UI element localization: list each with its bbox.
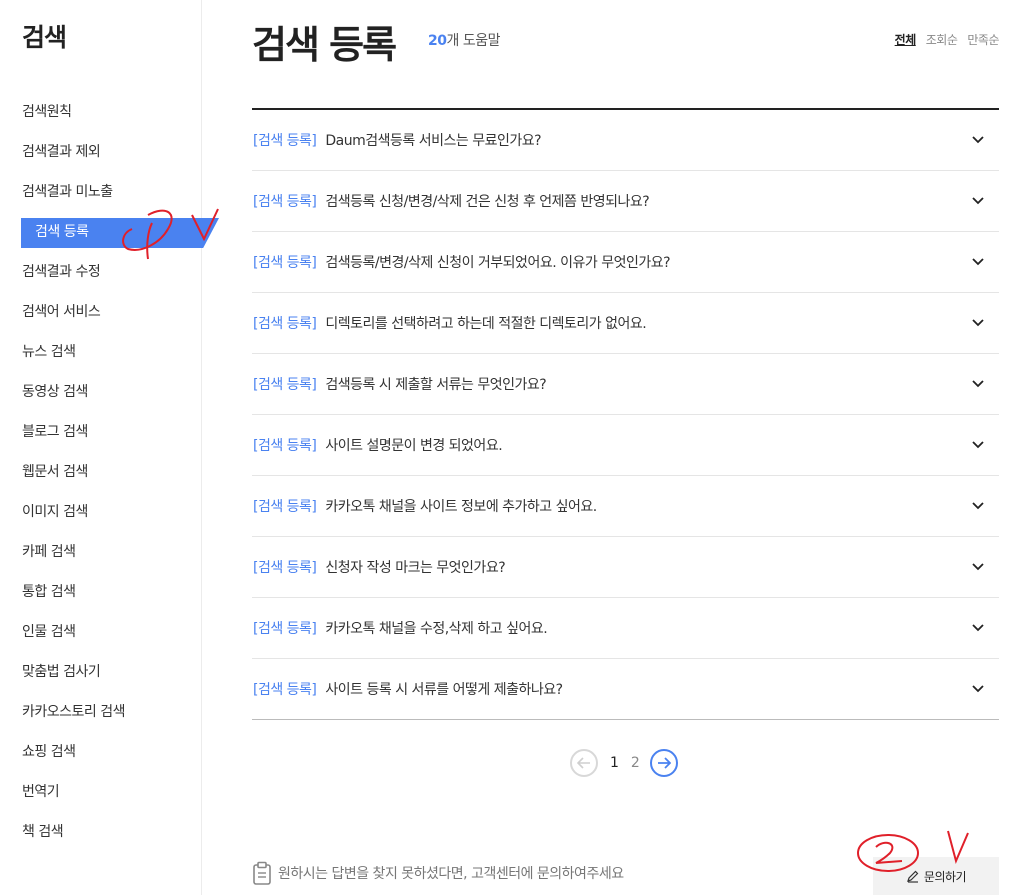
sidebar-item[interactable]: 책 검색 (0, 812, 202, 852)
prev-page-button[interactable] (570, 749, 598, 777)
sort-tabs: 전체 조회순 만족순 (895, 31, 1000, 48)
sidebar-item[interactable]: 검색결과 수정 (0, 252, 202, 292)
faq-question: 카카오톡 채널을 사이트 정보에 추가하고 싶어요. (325, 499, 597, 515)
chevron-down-icon[interactable] (963, 191, 993, 211)
faq-question: 신청자 작성 마크는 무엇인가요? (325, 560, 506, 576)
faq-question: 검색등록/변경/삭제 신청이 거부되었어요. 이유가 무엇인가요? (325, 255, 671, 271)
faq-question: 검색등록 시 제출할 서류는 무엇인가요? (325, 377, 547, 393)
sidebar-item[interactable]: 카페 검색 (0, 532, 202, 572)
help-count: 20개 도움말 (428, 30, 500, 50)
sidebar-item-label: 검색 등록 (35, 224, 89, 240)
chevron-down-icon[interactable] (963, 557, 993, 577)
faq-category: [검색 등록] (253, 377, 317, 393)
clipboard-icon (253, 861, 271, 885)
inquiry-button[interactable]: 문의하기 (873, 857, 999, 895)
sidebar-item[interactable]: 번역기 (0, 772, 202, 812)
sidebar-item[interactable]: 이미지 검색 (0, 492, 202, 532)
page-link[interactable]: 2 (631, 755, 640, 771)
chevron-down-icon[interactable] (963, 313, 993, 333)
sidebar-item[interactable]: 맞춤법 검사기 (0, 652, 202, 692)
page-title: 검색 등록 (252, 23, 397, 67)
sort-tab-satisfaction[interactable]: 만족순 (967, 31, 999, 48)
sidebar-item-active[interactable]: 검색 등록 (0, 212, 219, 252)
faq-category: [검색 등록] (253, 316, 317, 332)
sidebar: 검색 검색원칙 검색결과 제외 검색결과 미노출 검색 등록 검색결과 수정 검… (0, 0, 219, 895)
faq-item[interactable]: [검색 등록] 카카오톡 채널을 사이트 정보에 추가하고 싶어요. (252, 476, 999, 537)
inquiry-button-label: 문의하기 (923, 869, 967, 884)
sidebar-item[interactable]: 검색결과 미노출 (0, 172, 202, 212)
pagination: 1 2 (570, 749, 678, 777)
faq-question: 사이트 등록 시 서류를 어떻게 제출하나요? (325, 682, 563, 698)
chevron-down-icon[interactable] (963, 130, 993, 150)
sidebar-item[interactable]: 웹문서 검색 (0, 452, 202, 492)
faq-item[interactable]: [검색 등록] 신청자 작성 마크는 무엇인가요? (252, 537, 999, 598)
faq-category: [검색 등록] (253, 438, 317, 454)
faq-item[interactable]: [검색 등록] 사이트 설명문이 변경 되었어요. (252, 415, 999, 476)
chevron-down-icon[interactable] (963, 679, 993, 699)
sidebar-item[interactable]: 동영상 검색 (0, 372, 202, 412)
help-count-label: 개 도움말 (446, 33, 500, 49)
faq-list: [검색 등록] Daum검색등록 서비스는 무료인가요? [검색 등록] 검색등… (252, 108, 999, 720)
faq-category: [검색 등록] (253, 682, 317, 698)
chevron-down-icon[interactable] (963, 496, 993, 516)
sidebar-item[interactable]: 검색어 서비스 (0, 292, 202, 332)
footer-note-text: 원하시는 답변을 찾지 못하셨다면, 고객센터에 문의하여주세요 (278, 866, 624, 882)
arrow-left-icon (577, 757, 590, 769)
help-count-number: 20 (428, 33, 447, 49)
faq-category: [검색 등록] (253, 499, 317, 515)
sidebar-item[interactable]: 인물 검색 (0, 612, 202, 652)
faq-category: [검색 등록] (253, 194, 317, 210)
page-current[interactable]: 1 (610, 755, 619, 771)
faq-item[interactable]: [검색 등록] 검색등록 시 제출할 서류는 무엇인가요? (252, 354, 999, 415)
faq-question: Daum검색등록 서비스는 무료인가요? (325, 133, 542, 149)
faq-question: 디렉토리를 선택하려고 하는데 적절한 디렉토리가 없어요. (325, 316, 647, 332)
chevron-down-icon[interactable] (963, 252, 993, 272)
sidebar-title: 검색 (22, 23, 67, 52)
faq-category: [검색 등록] (253, 255, 317, 271)
faq-item[interactable]: [검색 등록] 디렉토리를 선택하려고 하는데 적절한 디렉토리가 없어요. (252, 293, 999, 354)
pencil-icon (906, 870, 919, 883)
faq-question: 카카오톡 채널을 수정,삭제 하고 싶어요. (325, 621, 548, 637)
footer-note: 원하시는 답변을 찾지 못하셨다면, 고객센터에 문의하여주세요 (252, 861, 624, 885)
faq-item[interactable]: [검색 등록] 카카오톡 채널을 수정,삭제 하고 싶어요. (252, 598, 999, 659)
faq-question: 사이트 설명문이 변경 되었어요. (325, 438, 503, 454)
sidebar-item[interactable]: 통합 검색 (0, 572, 202, 612)
faq-item[interactable]: [검색 등록] Daum검색등록 서비스는 무료인가요? (252, 110, 999, 171)
chevron-down-icon[interactable] (963, 618, 993, 638)
sidebar-item[interactable]: 검색원칙 (0, 92, 202, 132)
sort-tab-views[interactable]: 조회순 (926, 31, 958, 48)
sidebar-item[interactable]: 검색결과 제외 (0, 132, 202, 172)
chevron-down-icon[interactable] (963, 435, 993, 455)
sort-tab-all[interactable]: 전체 (895, 31, 917, 48)
sidebar-item[interactable]: 카카오스토리 검색 (0, 692, 202, 732)
sidebar-item[interactable]: 블로그 검색 (0, 412, 202, 452)
faq-question: 검색등록 신청/변경/삭제 건은 신청 후 언제쯤 반영되나요? (325, 194, 650, 210)
next-page-button[interactable] (649, 749, 678, 777)
sidebar-item[interactable]: 뉴스 검색 (0, 332, 202, 372)
faq-category: [검색 등록] (253, 560, 317, 576)
sidebar-list: 검색원칙 검색결과 제외 검색결과 미노출 검색 등록 검색결과 수정 검색어 … (0, 92, 219, 852)
faq-category: [검색 등록] (253, 133, 317, 149)
faq-item[interactable]: [검색 등록] 사이트 등록 시 서류를 어떻게 제출하나요? (252, 659, 999, 720)
chevron-down-icon[interactable] (963, 374, 993, 394)
faq-category: [검색 등록] (253, 621, 317, 637)
arrow-right-icon (657, 757, 671, 769)
sidebar-item[interactable]: 쇼핑 검색 (0, 732, 202, 772)
faq-item[interactable]: [검색 등록] 검색등록/변경/삭제 신청이 거부되었어요. 이유가 무엇인가요… (252, 232, 999, 293)
faq-item[interactable]: [검색 등록] 검색등록 신청/변경/삭제 건은 신청 후 언제쯤 반영되나요? (252, 171, 999, 232)
